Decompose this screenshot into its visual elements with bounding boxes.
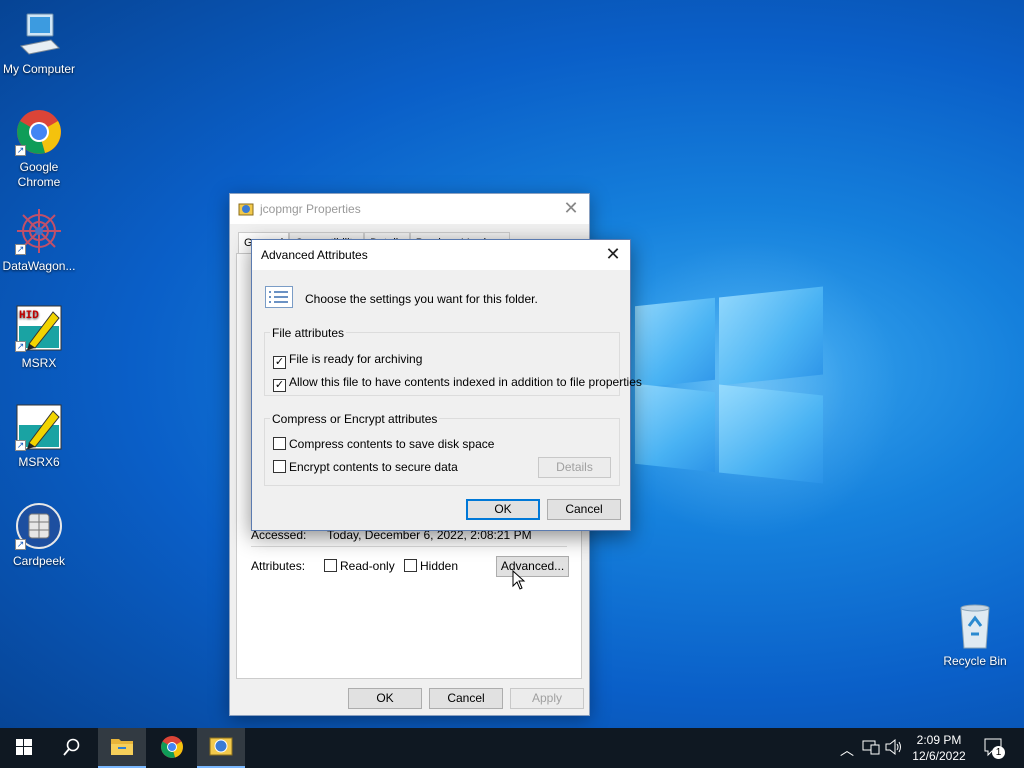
search-button[interactable] (48, 728, 96, 768)
desktop-icon-label: Google Chrome (17, 160, 61, 189)
taskbar-jcopmgr[interactable] (197, 728, 245, 768)
hidden-checkbox[interactable]: Hidden (404, 559, 458, 573)
encrypt-checkbox[interactable]: Encrypt contents to secure data (273, 460, 458, 474)
details-button: Details (538, 457, 611, 478)
desktop-icon-cardpeek[interactable]: ↗ Cardpeek (0, 502, 78, 569)
compress-encrypt-label: Compress or Encrypt attributes (270, 412, 440, 426)
properties-ok-button[interactable]: OK (348, 688, 422, 709)
hidden-label: Hidden (420, 559, 459, 573)
compress-checkbox[interactable]: Compress contents to save disk space (273, 437, 494, 451)
folder-settings-icon (265, 286, 293, 308)
taskbar: ︿ 2:09 PM 12/6/2022 1 (0, 728, 1024, 768)
start-button[interactable] (0, 728, 48, 768)
advanced-attributes-dialog: Advanced Attributes ✕ Choose the setting… (251, 239, 642, 531)
jcopmgr-icon (209, 735, 233, 760)
desktop-icon-msrx6[interactable]: ↗ MSRX6 (0, 403, 78, 470)
notification-badge: 1 (992, 746, 1005, 759)
readonly-label: Read-only (340, 559, 395, 573)
desktop-icon-label: DataWagon... (2, 259, 76, 273)
attributes-label: Attributes: (251, 559, 306, 573)
chrome-icon: ↗ (15, 108, 63, 156)
desktop-icon-google-chrome[interactable]: ↗ Google Chrome (0, 108, 78, 190)
compress-label: Compress contents to save disk space (289, 437, 495, 451)
separator (251, 546, 567, 547)
chrome-icon (160, 735, 184, 762)
file-explorer-icon (110, 736, 134, 759)
desktop-icon-label: Recycle Bin (943, 654, 1007, 668)
properties-titlebar[interactable]: jcopmgr Properties ✕ (230, 194, 589, 224)
advanced-cancel-button[interactable]: Cancel (547, 499, 621, 520)
encrypt-label: Encrypt contents to secure data (289, 460, 458, 474)
desktop-icon-label: MSRX6 (18, 455, 60, 469)
notification-center-icon[interactable]: 1 (984, 738, 1006, 761)
intro-text: Choose the settings you want for this fo… (305, 292, 538, 306)
advanced-title: Advanced Attributes (261, 248, 368, 262)
checkbox-box (273, 460, 286, 473)
desktop-icon-label: MSRX (21, 356, 57, 370)
checkbox-box (273, 437, 286, 450)
archive-label: File is ready for archiving (289, 352, 423, 366)
network-icon[interactable] (862, 739, 880, 758)
archive-checkbox[interactable]: ✓ File is ready for archiving (273, 352, 422, 369)
desktop-icon-label: My Computer (2, 62, 76, 76)
taskbar-file-explorer[interactable] (98, 728, 146, 768)
shortcut-arrow-icon: ↗ (15, 341, 26, 352)
svg-text:HID: HID (19, 310, 39, 322)
desktop-icon-recycle-bin[interactable]: Recycle Bin (936, 602, 1014, 669)
close-icon[interactable]: ✕ (561, 199, 581, 219)
checkbox-box (404, 559, 417, 572)
checkbox-box (324, 559, 337, 572)
advanced-titlebar[interactable]: Advanced Attributes ✕ (252, 240, 630, 270)
datawagon-icon: ↗ (15, 207, 63, 255)
taskbar-chrome[interactable] (148, 728, 196, 768)
chevron-up-icon[interactable]: ︿ (840, 740, 854, 760)
advanced-button[interactable]: Advanced... (496, 556, 569, 577)
clock-time: 2:09 PM (916, 733, 962, 747)
checkbox-checked: ✓ (273, 379, 286, 392)
jcopmgr-icon (238, 201, 254, 217)
properties-apply-button: Apply (510, 688, 584, 709)
shortcut-arrow-icon: ↗ (15, 440, 26, 451)
shortcut-arrow-icon: ↗ (15, 539, 26, 550)
mouse-cursor-icon (512, 569, 526, 593)
shortcut-arrow-icon: ↗ (15, 145, 26, 156)
close-icon[interactable]: ✕ (602, 244, 624, 266)
shortcut-arrow-icon: ↗ (15, 244, 26, 255)
checkbox-checked: ✓ (273, 356, 286, 369)
recycle-bin-icon (951, 602, 999, 650)
desktop-icon-label: Cardpeek (12, 554, 66, 568)
msrx6-icon: ↗ (15, 403, 63, 451)
cardpeek-icon: ↗ (15, 502, 63, 550)
computer-icon (15, 10, 63, 58)
index-checkbox[interactable]: ✓ Allow this file to have contents indexe… (273, 375, 642, 392)
desktop-icon-datawagon[interactable]: ↗ DataWagon... (0, 207, 78, 274)
start-icon (16, 738, 32, 758)
advanced-ok-button[interactable]: OK (466, 499, 540, 520)
index-label: Allow this file to have contents indexed… (289, 375, 642, 389)
properties-title: jcopmgr Properties (260, 202, 361, 216)
desktop-icon-msrx[interactable]: HID ↗ MSRX (0, 304, 78, 371)
file-attributes-label: File attributes (270, 326, 347, 340)
readonly-checkbox[interactable]: Read-only (324, 559, 395, 573)
clock-date: 12/6/2022 (912, 749, 966, 763)
windows-logo-wallpaper (635, 286, 825, 484)
properties-cancel-button[interactable]: Cancel (429, 688, 503, 709)
volume-icon[interactable] (885, 738, 903, 758)
search-icon (63, 738, 81, 759)
clock[interactable]: 2:09 PM 12/6/2022 (906, 732, 972, 764)
desktop-icon-my-computer[interactable]: My Computer (0, 10, 78, 77)
msrx-icon: HID ↗ (15, 304, 63, 352)
